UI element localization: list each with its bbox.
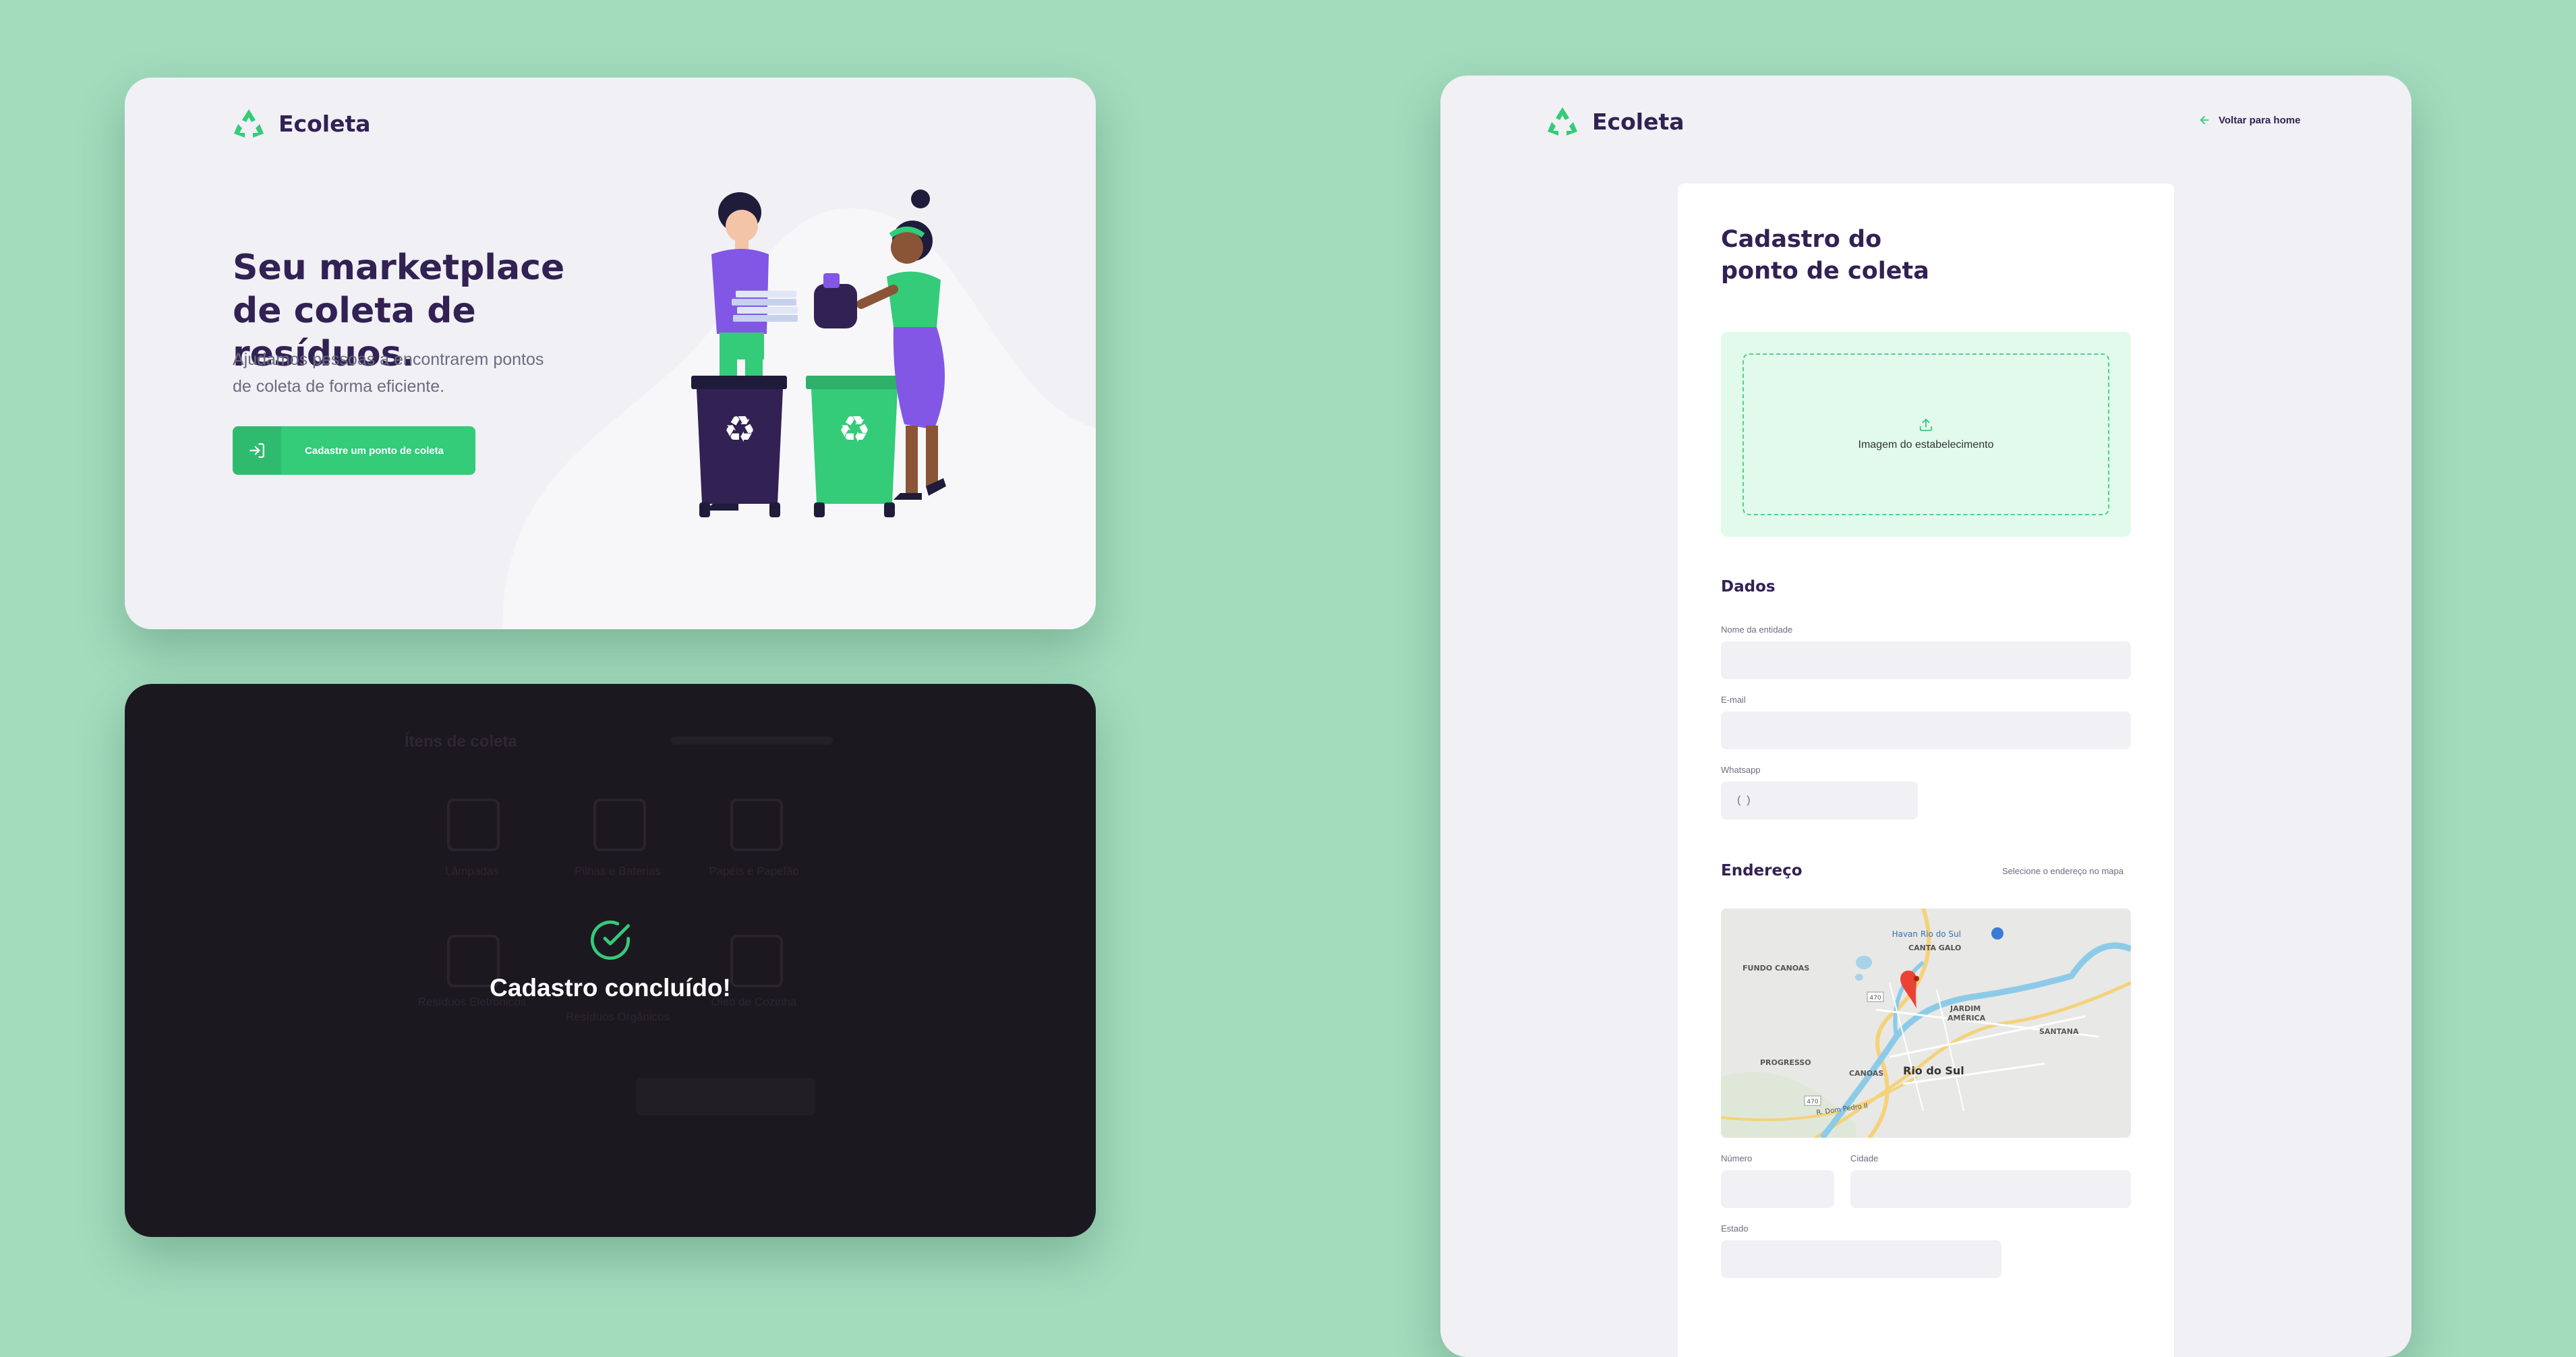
- map-label-jardim-1: JARDIM: [1950, 1004, 1981, 1013]
- form-title: Cadastro do ponto de coleta: [1721, 224, 1929, 287]
- register-point-button[interactable]: Cadastre um ponto de coleta: [233, 426, 475, 475]
- map-label-santana: SANTANA: [2039, 1027, 2079, 1036]
- hero-title-line-1: Seu marketplace: [233, 248, 565, 288]
- cidade-label: Cidade: [1850, 1153, 1879, 1163]
- select-address-hint: Selecione o endereço no mapa: [2002, 866, 2124, 876]
- dropzone-label: Imagem do estabelecimento: [1858, 439, 1994, 451]
- form-title-line-1: Cadastro do: [1721, 226, 1882, 253]
- numero-input[interactable]: [1721, 1170, 1834, 1208]
- hero-description-line-2: de coleta de forma eficiente.: [233, 377, 445, 396]
- lamp-icon: [447, 799, 500, 851]
- background-item-pilhas: Pilhas e Baterias: [575, 865, 661, 877]
- background-item-organicos: Resíduos Orgânicos: [565, 1010, 670, 1023]
- brand-name: Ecoleta: [279, 110, 371, 137]
- arrow-left-icon: [2200, 115, 2209, 125]
- estado-label: Estado: [1721, 1223, 1749, 1234]
- recycle-icon: [234, 109, 264, 138]
- background-submit-button: [636, 1078, 815, 1116]
- battery-icon: [593, 799, 646, 851]
- log-in-icon: [233, 426, 281, 475]
- brand-logo[interactable]: Ecoleta: [233, 108, 371, 139]
- check-circle-icon: [590, 920, 631, 960]
- svg-text:♻: ♻: [838, 408, 871, 451]
- map-label-progresso: PROGRESSO: [1760, 1058, 1811, 1067]
- whatsapp-input[interactable]: [1721, 782, 1918, 819]
- image-dropzone-area[interactable]: Imagem do estabelecimento: [1743, 353, 2109, 515]
- estado-select[interactable]: [1721, 1240, 2001, 1278]
- map-label-fundo-canoas: FUNDO CANOAS: [1743, 964, 1809, 973]
- hero-description-line-1: Ajudamos pessoas a encontrarem pontos: [233, 350, 544, 369]
- form-title-line-2: ponto de coleta: [1721, 258, 1929, 285]
- map-road-470a: 470: [1869, 995, 1881, 1002]
- brand-logo[interactable]: Ecoleta: [1546, 106, 1685, 137]
- paper-icon: [730, 799, 783, 851]
- home-page-card: Ecoleta Seu marketplace de coleta de res…: [125, 78, 1096, 629]
- email-input[interactable]: [1721, 712, 2131, 749]
- hero-description: Ajudamos pessoas a encontrarem pontos de…: [233, 346, 556, 400]
- image-dropzone[interactable]: Imagem do estabelecimento: [1721, 332, 2131, 537]
- back-to-home-label: Voltar para home: [2219, 114, 2301, 126]
- success-overlay-card: Ítens de coleta Lâmpadas Pilhas e Bateri…: [125, 684, 1096, 1237]
- background-items-title: Ítens de coleta: [405, 732, 517, 751]
- map-label-havan: Havan Rio do Sul: [1892, 929, 1961, 939]
- numero-label: Número: [1721, 1153, 1753, 1163]
- recycling-people-illustration: ♻ ♻: [691, 190, 946, 517]
- create-point-form: Cadastro do ponto de coleta Imagem do es…: [1678, 183, 2174, 1357]
- email-label: E-mail: [1721, 695, 1746, 705]
- name-label: Nome da entidade: [1721, 625, 1793, 635]
- address-map[interactable]: Havan Rio do Sul CANTA GALO FUNDO CANOAS…: [1721, 908, 2131, 1138]
- brand-name: Ecoleta: [1592, 108, 1685, 135]
- name-input[interactable]: [1721, 641, 2131, 679]
- whatsapp-label: Whatsapp: [1721, 765, 1761, 775]
- upload-icon: [1919, 418, 1933, 432]
- background-item-papeis: Papéis e Papelão: [709, 865, 799, 877]
- back-to-home-link[interactable]: Voltar para home: [2198, 114, 2300, 126]
- recycle-icon: [1548, 107, 1577, 136]
- background-items-hint: [671, 737, 833, 745]
- cidade-input[interactable]: [1850, 1170, 2131, 1208]
- map-canvas[interactable]: Havan Rio do Sul CANTA GALO FUNDO CANOAS…: [1721, 908, 2131, 1138]
- register-point-label: Cadastre um ponto de coleta: [305, 444, 444, 457]
- endereco-legend: Endereço: [1721, 862, 1803, 879]
- map-label-canta-galo: CANTA GALO: [1908, 944, 1961, 952]
- map-label-canoas: CANOAS: [1849, 1069, 1883, 1078]
- success-message: Cadastro concluído!: [490, 974, 731, 1002]
- create-point-page-card: Ecoleta Voltar para home Cadastro do pon…: [1440, 76, 2411, 1357]
- map-label-jardim-2: AMÉRICA: [1948, 1014, 1986, 1022]
- dados-legend: Dados: [1721, 578, 1776, 596]
- svg-text:♻: ♻: [724, 408, 756, 451]
- map-road-470b: 470: [1807, 1099, 1818, 1105]
- background-item-lampadas: Lâmpadas: [445, 865, 499, 877]
- map-label-rio-do-sul: Rio do Sul: [1903, 1064, 1964, 1077]
